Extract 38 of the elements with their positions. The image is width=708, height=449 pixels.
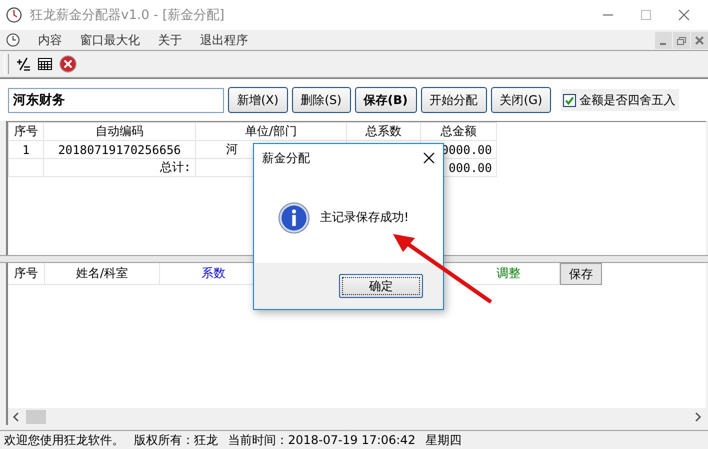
toolbar-button[interactable]: 新增(X) — [228, 87, 288, 113]
toolbar-button[interactable]: 保存(B) — [354, 87, 417, 113]
status-text: 版权所有：狂龙 — [134, 432, 218, 448]
name-field[interactable]: 河东财务 — [8, 88, 224, 112]
toolbar-button[interactable]: 删除(S) — [292, 87, 351, 113]
close-icon[interactable] — [423, 152, 435, 164]
checkbox-label: 金额是否四舍五入 — [579, 92, 676, 108]
checkbox[interactable] — [563, 94, 576, 106]
window-title: 狂龙薪金分配器v1.0 - [薪金分配] — [30, 7, 226, 24]
status-text: 欢迎您使用狂龙软件。 — [4, 432, 124, 448]
column-header: 序号 — [8, 263, 45, 285]
menu-item[interactable]: 窗口最大化 — [80, 32, 140, 48]
menu-item[interactable]: 退出程序 — [200, 32, 248, 48]
clock-icon — [6, 7, 22, 23]
total-label: 总计: — [44, 158, 196, 176]
status-text: 星期四 — [425, 432, 462, 448]
checkmark-icon — [565, 96, 574, 104]
menu-item[interactable]: 关于 — [158, 32, 182, 48]
column-header: 序号 — [8, 122, 44, 140]
column-header: 总金额 — [420, 122, 496, 140]
menu-item[interactable]: 内容 — [38, 32, 62, 48]
grid-icon[interactable] — [37, 56, 53, 72]
column-header: 自动编码 — [44, 122, 196, 140]
message-text: 主记录保存成功! — [320, 209, 409, 226]
column-header: 姓名/科室 — [45, 263, 160, 285]
info-icon — [278, 202, 310, 234]
table-cell: 1 — [8, 140, 44, 158]
status-text: 当前时间：2018-07-19 17:06:42 — [228, 432, 416, 448]
scrollbar-thumb[interactable] — [26, 410, 46, 424]
close-circle-icon[interactable] — [59, 55, 77, 73]
add-row-icon[interactable] — [15, 56, 31, 72]
ok-button[interactable]: 确定 — [339, 274, 423, 298]
save-button[interactable]: 保存 — [560, 263, 602, 285]
toolbar-button[interactable]: 关闭(G) — [490, 87, 552, 113]
column-header: 单位/部门 — [196, 122, 346, 140]
toolbar-button[interactable]: 开始分配 — [420, 87, 487, 113]
table-cell: 20180719170256656 — [44, 140, 196, 158]
column-header: 总系数 — [346, 122, 420, 140]
